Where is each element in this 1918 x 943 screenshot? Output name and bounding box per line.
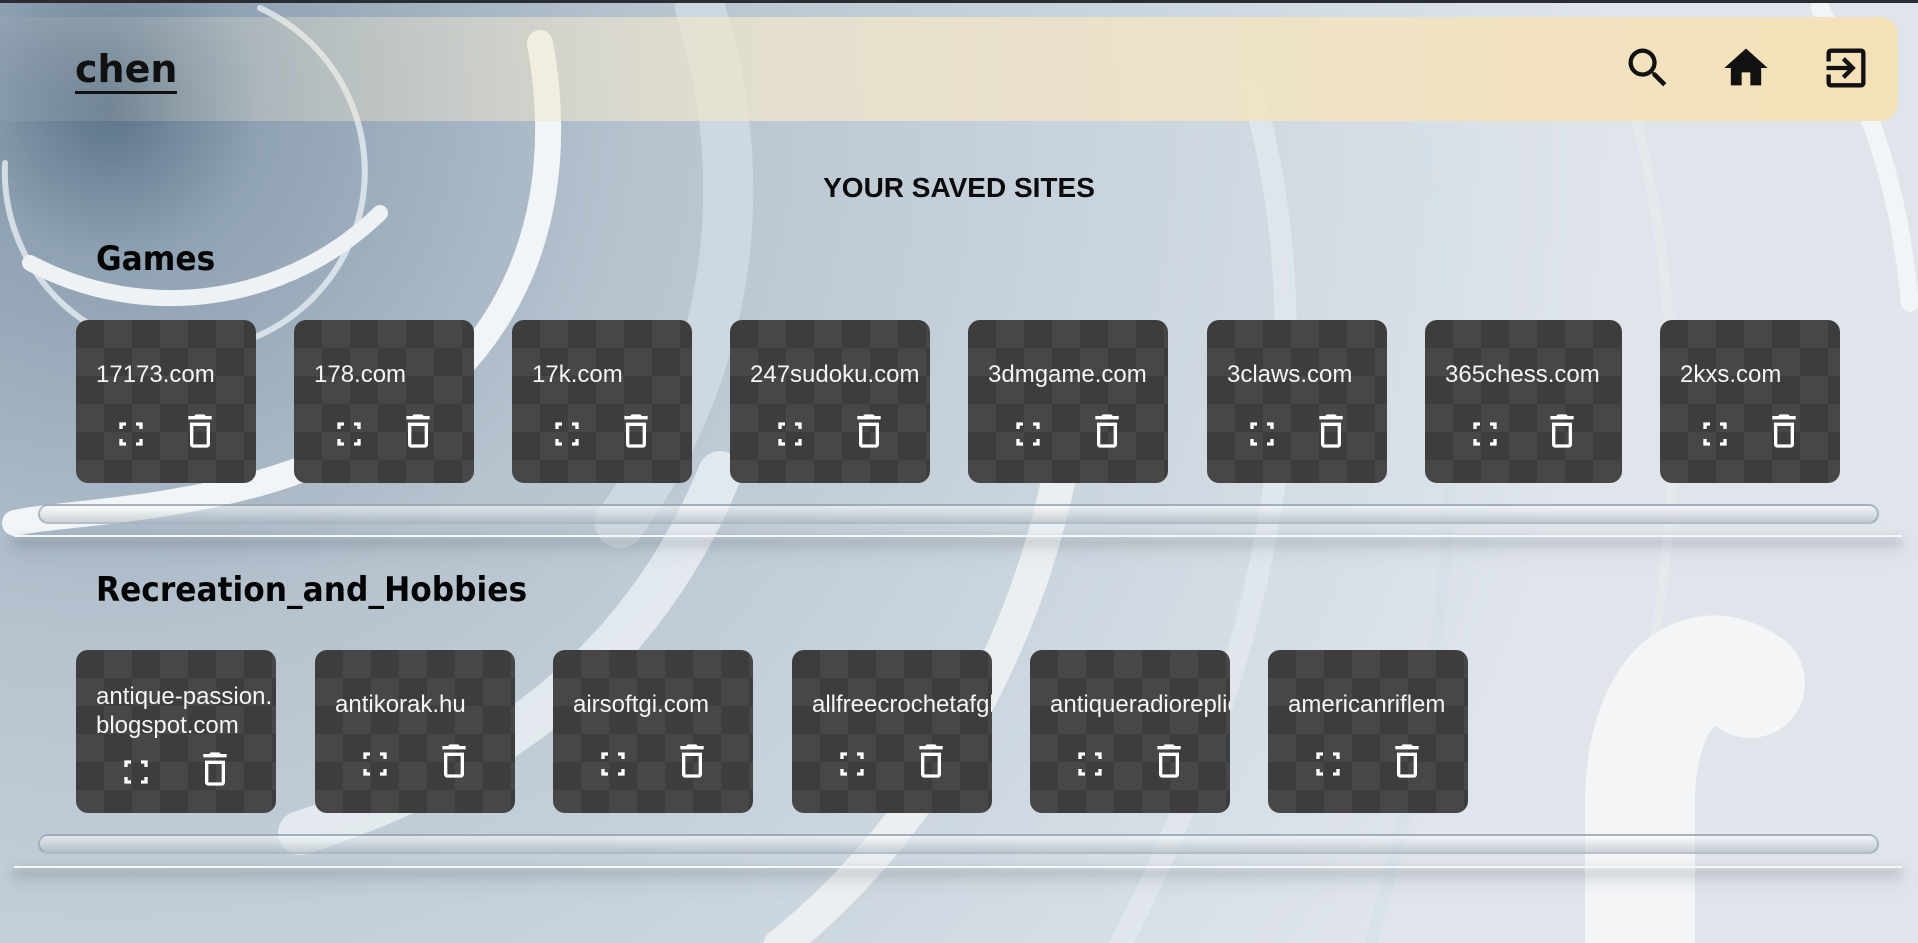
expand-icon[interactable] [593,744,633,784]
site-card-label: 2kxs.com [1680,361,1782,388]
top-bar [0,17,1898,121]
trash-icon[interactable] [180,411,220,451]
expand-icon[interactable] [111,414,151,454]
username-link[interactable]: chen [75,47,178,94]
category-title-games: Games [96,239,216,279]
site-card-label: 3claws.com [1227,361,1353,388]
trash-icon[interactable] [1542,411,1582,451]
trash-icon[interactable] [849,411,889,451]
expand-icon[interactable] [329,414,369,454]
expand-icon[interactable] [1695,414,1735,454]
horizontal-scrollbar[interactable] [38,834,1879,854]
site-card-label: 365chess.com [1445,361,1600,388]
site-card[interactable]: antikorak.hu [315,650,515,813]
expand-icon[interactable] [116,752,156,792]
expand-icon[interactable] [1008,414,1048,454]
logout-icon[interactable] [1820,42,1872,94]
site-card-label: 17k.com [532,361,623,388]
site-card[interactable]: antique-passion.blogspot.com [76,650,276,813]
trash-icon[interactable] [1764,411,1804,451]
site-card-label: airsoftgi.com [573,691,710,718]
site-card[interactable]: antiqueradioreplicas.com [1030,650,1230,813]
horizontal-scrollbar[interactable] [38,504,1879,524]
category-title-recreation-and-hobbies: Recreation_and_Hobbies [96,570,528,610]
site-card[interactable]: 3claws.com [1207,320,1387,483]
expand-icon[interactable] [770,414,810,454]
expand-icon[interactable] [355,744,395,784]
page-title: YOUR SAVED SITES [823,172,1095,203]
trash-icon[interactable] [195,749,235,789]
expand-icon[interactable] [1242,414,1282,454]
trash-icon[interactable] [398,411,438,451]
site-card-label: 178.com [314,361,407,388]
trash-icon[interactable] [911,741,951,781]
site-card-label: 3dmgame.com [988,361,1147,388]
site-card[interactable]: americanriflem [1268,650,1468,813]
expand-icon[interactable] [547,414,587,454]
trash-icon[interactable] [1149,741,1189,781]
site-card-label: antikorak.hu [335,691,466,718]
expand-icon[interactable] [1308,744,1348,784]
site-card[interactable]: 178.com [294,320,474,483]
trash-icon[interactable] [1311,411,1351,451]
site-card-label: antique-passion.blogspot.com [96,683,273,739]
site-card[interactable]: 3dmgame.com [968,320,1168,483]
trash-icon[interactable] [1087,411,1127,451]
site-card[interactable]: 365chess.com [1425,320,1622,483]
trash-icon[interactable] [616,411,656,451]
site-card[interactable]: 2kxs.com [1660,320,1840,483]
expand-icon[interactable] [1465,414,1505,454]
search-icon[interactable] [1622,42,1674,94]
expand-icon[interactable] [1070,744,1110,784]
trash-icon[interactable] [672,741,712,781]
section-divider [14,866,1902,868]
site-card[interactable]: allfreecrochetafghanpatterns.com [792,650,992,813]
section-divider [14,535,1902,537]
site-card-label: allfreecrochetafghanpatterns.com [812,691,992,718]
site-card[interactable]: 17173.com [76,320,256,483]
site-card-label: americanriflem [1288,691,1446,718]
site-card[interactable]: 247sudoku.com [730,320,930,483]
expand-icon[interactable] [832,744,872,784]
site-card[interactable]: airsoftgi.com [553,650,753,813]
site-card-label: 247sudoku.com [750,361,920,388]
site-card-label: antiqueradioreplicas.com [1050,691,1230,718]
site-card-label: 17173.com [96,361,215,388]
trash-icon[interactable] [434,741,474,781]
trash-icon[interactable] [1387,741,1427,781]
site-card[interactable]: 17k.com [512,320,692,483]
home-icon[interactable] [1720,42,1772,94]
